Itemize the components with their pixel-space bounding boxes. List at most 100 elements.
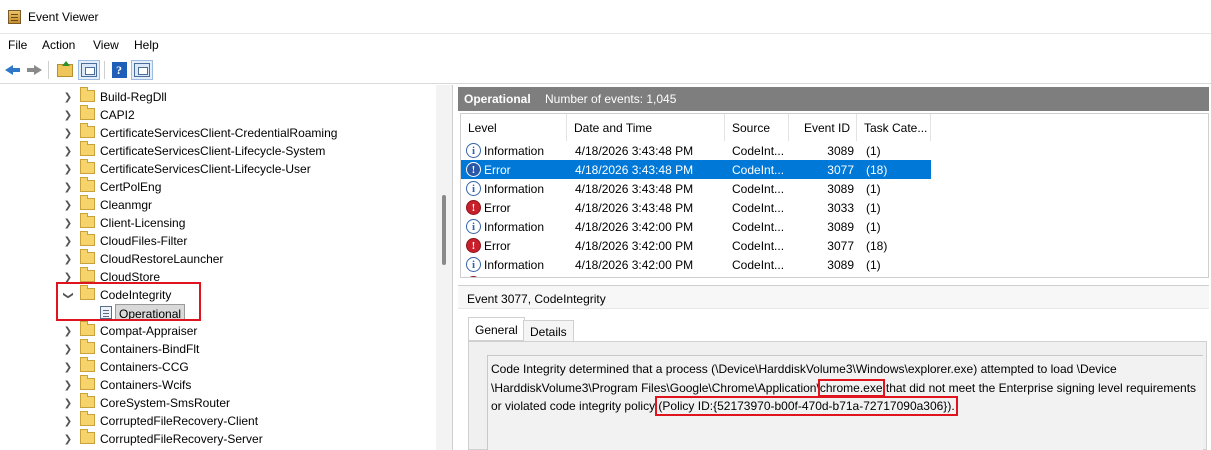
toolbar-separator [104,61,105,79]
tree-item[interactable]: ❯ CertificateServicesClient-Lifecycle-Use… [0,159,436,178]
chevron-right-icon[interactable]: ❯ [63,128,73,139]
table-row[interactable]: ! Error 4/18/2026 3:42:00 PM CodeInt... … [461,236,931,255]
cell-datetime: 4/18/2026 3:42:00 PM [575,220,694,234]
show-hide-action-pane-button[interactable] [131,60,153,80]
chevron-right-icon[interactable]: ❯ [63,362,73,373]
console-tree: ❯ Build-RegDll ❯ CAPI2 ❯ CertificateService… [0,85,453,450]
forward-button[interactable] [25,60,43,80]
chevron-right-icon[interactable]: ❯ [63,236,73,247]
column-header-date-time[interactable]: Date and Time [567,114,725,141]
folder-icon [80,177,95,192]
column-header-level[interactable]: Level [461,114,567,141]
table-row-selected[interactable]: ! Error 4/18/2026 3:43:48 PM CodeInt... … [461,160,931,179]
log-header: Operational Number of events: 1,045 [458,87,1209,111]
tree-item[interactable]: ❯ CloudRestoreLauncher [0,249,436,268]
tab-general[interactable]: General [468,317,525,341]
folder-icon [80,213,95,228]
chevron-right-icon[interactable]: ❯ [63,110,73,121]
tree-item[interactable]: ❯ Cleanmgr [0,195,436,214]
cell-source: CodeInt... [732,258,785,272]
cell-datetime: 4/18/2026 3:43:48 PM [575,144,694,158]
tree-item[interactable]: ❯ CorruptedFileRecovery-Client [0,411,436,430]
table-row[interactable]: i Information 4/18/2026 3:42:00 PM CodeI… [461,217,931,236]
tree-item[interactable]: ❯ CertificateServicesClient-CredentialRoa… [0,123,436,142]
message-line: \HarddiskVolume3\Program Files\Google\Ch… [491,378,1203,398]
tree-item[interactable]: ❯ Containers-Wcifs [0,375,436,394]
cell-datetime: 4/18/2026 3:43:48 PM [575,182,694,196]
tree-item[interactable]: ❯ Containers-BindFlt [0,339,436,358]
event-detail-title: Event 3077, CodeIntegrity [467,292,606,306]
tree-item[interactable]: ❯ Containers-CCG [0,357,436,376]
column-header-source[interactable]: Source [725,114,789,141]
tree-item[interactable]: ❯ CloudFiles-Filter [0,231,436,250]
tree-scrollbar[interactable] [436,85,452,450]
tree-item[interactable]: ❯ CertPolEng [0,177,436,196]
cell-event-id: 3089 [827,144,854,158]
cell-task: (18) [866,163,888,177]
table-row[interactable]: i Information 4/18/2026 3:42:00 PM CodeI… [461,255,931,274]
event-message[interactable]: Code Integrity determined that a process… [487,355,1203,450]
column-header-task-category[interactable]: Task Cate... [857,114,931,141]
chevron-right-icon[interactable]: ❯ [63,434,73,445]
content-pane: Operational Number of events: 1,045 Leve… [456,85,1211,450]
chevron-right-icon[interactable]: ❯ [63,380,73,391]
folder-icon [80,159,95,174]
cell-datetime: 4/18/2026 3:42:00 PM [575,239,694,253]
chevron-right-icon[interactable]: ❯ [63,416,73,427]
chevron-right-icon[interactable]: ❯ [63,326,73,337]
folder-icon [80,141,95,156]
cell-source: CodeInt... [732,144,785,158]
help-button[interactable]: ? [110,60,128,80]
tree-item-label: CloudRestoreLauncher [100,252,224,266]
scrollbar-thumb[interactable] [442,195,446,265]
tree-item-label: CorruptedFileRecovery-Client [100,414,259,428]
message-text: \HarddiskVolume3\Program Files\Google\Ch… [491,380,820,395]
menu-help[interactable]: Help [134,38,159,52]
table-row-partial[interactable]: ! [461,274,931,277]
cell-task: (1) [866,201,881,215]
tab-details[interactable]: Details [523,320,574,341]
menu-view[interactable]: View [93,38,119,52]
chevron-right-icon[interactable]: ❯ [63,164,73,175]
cell-level: Error [484,201,511,215]
tree-item[interactable]: ❯ CAPI2 [0,105,436,124]
up-one-level-button[interactable] [55,60,75,80]
chevron-right-icon[interactable]: ❯ [63,344,73,355]
chevron-right-icon[interactable]: ❯ [63,146,73,157]
show-hide-console-tree-button[interactable] [78,60,100,80]
tree-item[interactable]: ❯ CorruptedFileRecovery-Server [0,429,436,448]
chevron-right-icon[interactable]: ❯ [63,200,73,211]
folder-icon [80,339,95,354]
tree-item[interactable]: ❯ Compat-Appraiser [0,321,436,340]
folder-icon [80,429,95,444]
cell-level: Information [484,144,545,158]
tree-item-label: Containers-Wcifs [100,378,192,392]
toolbar-separator [48,61,49,79]
tree-item-label: Compat-Appraiser [100,324,198,338]
tree-item[interactable]: ❯ CoreSystem-SmsRouter [0,393,436,412]
back-arrow-icon [5,64,21,76]
table-row[interactable]: i Information 4/18/2026 3:43:48 PM CodeI… [461,179,931,198]
menu-action[interactable]: Action [42,38,75,52]
chevron-right-icon[interactable]: ❯ [63,398,73,409]
chevron-right-icon[interactable]: ❯ [63,254,73,265]
chevron-right-icon[interactable]: ❯ [63,218,73,229]
menu-file[interactable]: File [8,38,27,52]
tree-item[interactable]: ❯ Client-Licensing [0,213,436,232]
chevron-right-icon[interactable]: ❯ [63,182,73,193]
table-row[interactable]: ! Error 4/18/2026 3:43:48 PM CodeInt... … [461,198,931,217]
table-row[interactable]: i Information 4/18/2026 3:43:48 PM CodeI… [461,141,931,160]
folder-icon [80,231,95,246]
action-pane-icon [134,63,150,77]
tree-item-label: Build-RegDll [100,90,167,104]
back-button[interactable] [4,60,22,80]
cell-datetime: 4/18/2026 3:42:00 PM [575,258,694,272]
folder-icon [80,393,95,408]
cell-task: (1) [866,220,881,234]
cell-event-id: 3089 [827,182,854,196]
message-text: that did not meet the Enterprise signing… [882,380,1197,395]
chevron-right-icon[interactable]: ❯ [63,92,73,103]
tree-item[interactable]: ❯ Build-RegDll [0,87,436,106]
column-header-event-id[interactable]: Event ID [789,114,857,141]
tree-item[interactable]: ❯ CertificateServicesClient-Lifecycle-Sys… [0,141,436,160]
